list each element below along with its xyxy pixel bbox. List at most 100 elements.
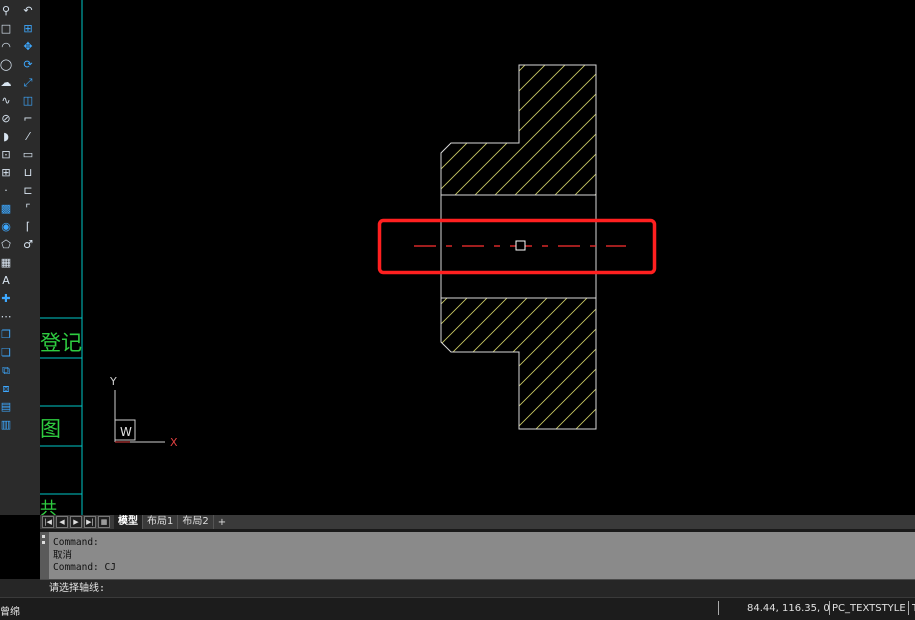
- status-left-text: 曾绵: [0, 607, 20, 618]
- spline-icon[interactable]: ∿: [0, 94, 13, 108]
- hatch-line: [441, 65, 531, 195]
- hatch-line: [592, 298, 596, 429]
- move-icon[interactable]: ✥: [21, 40, 35, 54]
- hatch-line: [469, 65, 596, 195]
- copy-icon[interactable]: ❐: [0, 328, 13, 342]
- layout-tabs-bar: |◀ ◀ ▶ ▶| ▦ 模型 布局1 布局2 +: [40, 515, 915, 529]
- drawing-svg: 登记 图 共 Y X W: [40, 0, 750, 515]
- extend-icon[interactable]: ⁄: [21, 130, 35, 144]
- ucs-icon: Y X W: [109, 375, 178, 449]
- hatch-icon[interactable]: ▩: [0, 202, 13, 216]
- tab-prev-button[interactable]: ◀: [56, 516, 68, 528]
- side-text-register: 登记: [40, 331, 82, 355]
- hatch-bottom: [293, 295, 750, 432]
- stretch-icon[interactable]: ◫: [21, 94, 35, 108]
- hatch-line: [532, 298, 596, 429]
- gradient-icon[interactable]: ◉: [0, 220, 13, 234]
- ellipse-arc-icon[interactable]: ◗: [0, 130, 13, 144]
- hatch-line: [441, 298, 531, 429]
- explode-icon[interactable]: ♂: [21, 238, 35, 252]
- tab-last-button[interactable]: ▶|: [84, 516, 96, 528]
- history-line: Command:: [53, 537, 99, 548]
- region-icon[interactable]: ⬠: [0, 238, 13, 252]
- undo-icon[interactable]: ↶: [21, 4, 35, 18]
- hatch-line: [472, 298, 596, 429]
- hatch-line: [452, 298, 591, 429]
- cursor-coordinates[interactable]: 84.44, 116.35, 0: [747, 603, 830, 614]
- hatch-line: [613, 295, 750, 432]
- add-layout-button[interactable]: +: [214, 517, 230, 528]
- history-line: 取消: [53, 549, 73, 561]
- status-separator: [829, 601, 830, 615]
- hatch-line: [441, 298, 471, 429]
- command-prompt-margin: [0, 579, 40, 597]
- join-icon[interactable]: ⊔: [21, 166, 35, 180]
- command-window-grip[interactable]: [40, 532, 47, 579]
- align-icon[interactable]: ⚲: [0, 4, 13, 18]
- tab-model[interactable]: 模型: [114, 515, 143, 529]
- hatch-line: [441, 298, 551, 429]
- flange-part[interactable]: [290, 60, 750, 432]
- status-bar: 曾绵 84.44, 116.35, 0 PC_TEXTSTYLE T: [0, 597, 915, 620]
- side-text-drawing: 图: [40, 417, 61, 441]
- command-prompt-text: 请选择轴线:: [49, 583, 106, 594]
- scale-icon[interactable]: ⤢: [21, 76, 35, 90]
- circle-icon[interactable]: ◯: [0, 58, 13, 72]
- ungroup-icon[interactable]: ⧈: [0, 382, 13, 396]
- insert-block-icon[interactable]: ⊡: [0, 148, 13, 162]
- hatch-line: [492, 298, 596, 429]
- blend-icon[interactable]: ⌈: [21, 220, 35, 234]
- tab-layout2[interactable]: 布局2: [178, 515, 214, 529]
- hatch-line: [441, 65, 451, 195]
- more-icon[interactable]: ⋯: [0, 310, 13, 324]
- hatch-line: [589, 65, 596, 195]
- status-separator: [718, 601, 719, 615]
- command-input[interactable]: 请选择轴线:: [40, 579, 915, 597]
- hatch-line: [290, 60, 430, 200]
- hatch-line: [512, 298, 596, 429]
- layer-icon[interactable]: ❏: [0, 346, 13, 360]
- command-history[interactable]: Command: 取消 Command: CJ: [47, 532, 915, 579]
- hatch-line: [441, 298, 451, 429]
- tab-layout1[interactable]: 布局1: [143, 515, 179, 529]
- hatch-line: [552, 298, 596, 429]
- table-icon[interactable]: ▦: [0, 256, 13, 270]
- multiline-text-icon[interactable]: A: [0, 274, 13, 288]
- array-icon[interactable]: ⊞: [21, 22, 35, 36]
- make-block-icon[interactable]: ⊞: [0, 166, 13, 180]
- chamfer-icon[interactable]: ⊏: [21, 184, 35, 198]
- trim-icon[interactable]: ⌐: [21, 112, 35, 126]
- fillet-icon[interactable]: ⌜: [21, 202, 35, 216]
- ellipse-icon[interactable]: ⊘: [0, 112, 13, 126]
- group-icon[interactable]: ⧉: [0, 364, 13, 378]
- hatch-line: [441, 65, 491, 195]
- hatch-top: [290, 60, 750, 200]
- break-icon[interactable]: ▭: [21, 148, 35, 162]
- add-selected-icon[interactable]: ✚: [0, 292, 13, 306]
- modify-tools-column: ↶ ⊞ ✥ ⟳ ⤢ ◫ ⌐ ⁄ ▭ ⊔ ⊏ ⌜ ⌈ ♂: [20, 2, 36, 254]
- hatch-line: [293, 295, 430, 432]
- left-toolbar: ⚲ □ ◠ ◯ ☁ ∿ ⊘ ◗ ⊡ ⊞ · ▩ ◉ ⬠ ▦ A ✚ ⋯ ❐ ❏ ⧉ ⧈ ▤ ▥ ↶ ⊞ ✥ ⟳ ⤢ ◫ ⌐ ⁄ ▭ ⊔ ⊏ ⌜ ⌈ ♂: [0, 0, 40, 515]
- ucs-y-label: Y: [109, 375, 117, 388]
- hatch-line: [441, 65, 571, 195]
- ucs-w-label: W: [120, 425, 132, 439]
- hatch-line: [441, 65, 551, 195]
- drawing-canvas[interactable]: 登记 图 共 Y X W: [40, 0, 915, 515]
- point-icon[interactable]: ·: [0, 184, 13, 198]
- hatch-line: [610, 60, 750, 200]
- rectangle-icon[interactable]: □: [0, 22, 13, 36]
- hatch-line: [529, 65, 596, 195]
- side-text-total: 共: [40, 499, 57, 515]
- layout-grid-icon[interactable]: ▦: [98, 516, 110, 528]
- match-properties-icon[interactable]: ▥: [0, 418, 13, 432]
- properties-icon[interactable]: ▤: [0, 400, 13, 414]
- rotate-icon[interactable]: ⟳: [21, 58, 35, 72]
- arc-icon[interactable]: ◠: [0, 40, 13, 54]
- status-separator: [908, 601, 909, 615]
- lower-section-outline: [440, 297, 597, 430]
- revcloud-icon[interactable]: ☁: [0, 76, 13, 90]
- hatch-line: [449, 65, 591, 195]
- tab-first-button[interactable]: |◀: [42, 516, 54, 528]
- current-text-style[interactable]: PC_TEXTSTYLE: [832, 603, 906, 614]
- tab-next-button[interactable]: ▶: [70, 516, 82, 528]
